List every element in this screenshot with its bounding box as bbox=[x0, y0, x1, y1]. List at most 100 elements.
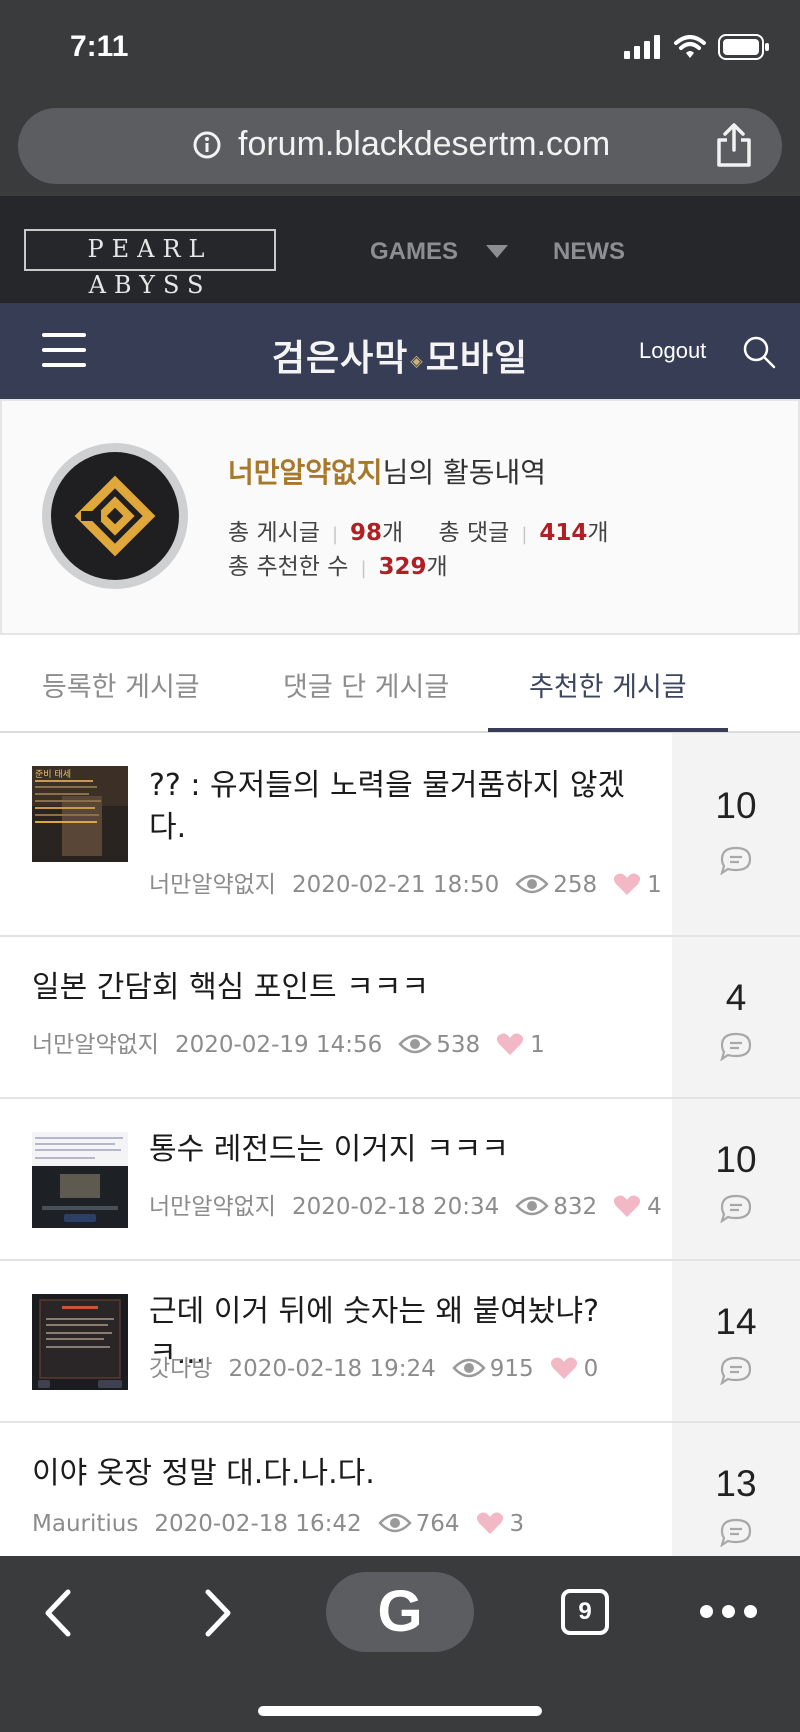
thumbnail-caption: 준비 태세 bbox=[35, 770, 71, 780]
chevron-down-icon[interactable] bbox=[486, 245, 508, 258]
comment-count-cell[interactable]: 14 bbox=[672, 1261, 800, 1421]
profile-stats-line1: 총 게시글 | 98개 총 댓글 | 414개 bbox=[228, 513, 609, 547]
post-thumbnail[interactable] bbox=[32, 1132, 128, 1228]
address-bar[interactable]: forum.blackdesertm.com bbox=[18, 108, 782, 184]
back-arrow-icon[interactable] bbox=[40, 1586, 76, 1640]
diamond-icon: ◈ bbox=[410, 350, 424, 370]
nav-news[interactable]: NEWS bbox=[553, 238, 625, 266]
list-item[interactable]: 통수 레전드는 이거지 ㅋㅋㅋ 너만알약없지 2020-02-18 20:34 83… bbox=[0, 1099, 800, 1261]
game-logo-right: 모바일 bbox=[425, 338, 529, 379]
tab-liked-posts[interactable]: 추천한 게시글 bbox=[529, 665, 687, 704]
post-author[interactable]: 너만알약없지 bbox=[32, 1032, 159, 1058]
list-item[interactable]: 준비 태세 ?? : 유저들의 노력을 물거품하지 않겠 다. 너만알약없지 20… bbox=[0, 733, 800, 937]
post-views: 832 bbox=[553, 1194, 598, 1220]
game-emblem-icon bbox=[74, 475, 156, 557]
thumbnail-image bbox=[32, 1132, 128, 1228]
game-header: 검은사막 ◈모바일 Logout bbox=[0, 303, 800, 399]
list-item[interactable]: 근데 이거 뒤에 숫자는 왜 붙여놨냐?ㅋ... 갓다방 2020-02-18 1… bbox=[0, 1261, 800, 1423]
pearl-abyss-logo[interactable]: PEARL ABYSS bbox=[24, 229, 276, 299]
eye-icon bbox=[377, 1513, 412, 1533]
comments-label: 총 댓글 bbox=[438, 520, 510, 546]
game-logo-left: 검은사막 bbox=[271, 338, 409, 379]
post-title-line2: 다. bbox=[149, 810, 187, 845]
share-icon[interactable] bbox=[714, 122, 754, 168]
heart-icon bbox=[614, 1195, 641, 1217]
post-date: 2020-02-18 16:42 bbox=[154, 1511, 362, 1537]
likes-label: 총 추천한 수 bbox=[228, 554, 349, 580]
post-author[interactable]: Mauritius bbox=[32, 1511, 138, 1537]
post-meta: Mauritius 2020-02-18 16:42 764 3 bbox=[32, 1511, 524, 1537]
post-meta: 갓다방 2020-02-18 19:24 915 0 bbox=[149, 1349, 598, 1383]
divider: | bbox=[331, 524, 339, 545]
comment-icon bbox=[720, 846, 752, 875]
profile-nickname[interactable]: 너만알약없지 bbox=[228, 456, 383, 489]
tab-switcher-button[interactable]: 9 bbox=[561, 1589, 609, 1635]
avatar bbox=[42, 443, 188, 589]
tab-commented-posts[interactable]: 댓글 단 게시글 bbox=[283, 665, 449, 704]
post-title[interactable]: ?? : 유저들의 노력을 물거품하지 않겠 다. bbox=[149, 765, 629, 849]
heart-icon bbox=[476, 1512, 503, 1534]
comments-unit: 개 bbox=[587, 520, 609, 546]
url-text[interactable]: forum.blackdesertm.com bbox=[238, 125, 610, 164]
divider: | bbox=[360, 558, 367, 579]
post-views: 915 bbox=[489, 1356, 534, 1382]
post-views: 764 bbox=[415, 1511, 460, 1537]
thumbnail-image bbox=[32, 766, 128, 862]
tab-my-posts[interactable]: 등록한 게시글 bbox=[42, 665, 200, 704]
eye-icon bbox=[398, 1034, 432, 1054]
post-likes: 3 bbox=[509, 1511, 525, 1537]
info-icon[interactable] bbox=[192, 130, 222, 160]
google-search-button[interactable]: G bbox=[326, 1572, 474, 1652]
post-date: 2020-02-18 20:34 bbox=[291, 1194, 500, 1220]
post-likes: 1 bbox=[530, 1032, 545, 1058]
logout-link[interactable]: Logout bbox=[639, 338, 706, 364]
home-indicator bbox=[258, 1706, 542, 1716]
comment-count-cell[interactable]: 10 bbox=[672, 1099, 800, 1259]
post-views: 258 bbox=[553, 872, 598, 898]
google-icon: G bbox=[377, 1579, 423, 1644]
post-title[interactable]: 이야 옷장 정말 대.다.나.다. bbox=[32, 1453, 632, 1495]
active-tab-indicator bbox=[488, 728, 728, 732]
heart-icon bbox=[614, 873, 641, 895]
comment-count: 13 bbox=[715, 1463, 757, 1504]
search-icon[interactable] bbox=[742, 335, 776, 369]
post-meta: 너만알약없지 2020-02-18 20:34 832 4 bbox=[149, 1187, 662, 1221]
list-item[interactable]: 일본 간담회 핵심 포인트 ㅋㅋㅋ 너만알약없지 2020-02-19 14:56… bbox=[0, 937, 800, 1099]
post-author[interactable]: 너만알약없지 bbox=[149, 872, 276, 898]
post-title[interactable]: 통수 레전드는 이거지 ㅋㅋㅋ bbox=[149, 1129, 629, 1171]
post-thumbnail[interactable]: 준비 태세 bbox=[32, 766, 128, 862]
comment-count-cell[interactable]: 10 bbox=[672, 733, 800, 935]
comment-count-cell[interactable]: 4 bbox=[672, 937, 800, 1097]
post-date: 2020-02-21 18:50 bbox=[291, 872, 500, 898]
post-date: 2020-02-19 14:56 bbox=[174, 1032, 383, 1058]
post-meta: 너만알약없지 2020-02-21 18:50 258 1 bbox=[149, 865, 662, 899]
comment-icon bbox=[720, 1194, 752, 1223]
likes-unit: 개 bbox=[426, 554, 448, 580]
post-author[interactable]: 갓다방 bbox=[149, 1356, 212, 1382]
eye-icon bbox=[515, 1196, 549, 1216]
post-title-line1: ?? : 유저들의 노력을 물거품하지 않겠 bbox=[149, 768, 626, 803]
profile-stats-line2: 총 추천한 수 | 329개 bbox=[228, 547, 448, 581]
forward-arrow-icon[interactable] bbox=[200, 1586, 236, 1640]
likes-value: 329 bbox=[378, 554, 427, 580]
profile-summary: 너만알약없지님의 활동내역 총 게시글 | 98개 총 댓글 | 414개 총 추천한 … bbox=[0, 399, 800, 635]
post-title[interactable]: 일본 간담회 핵심 포인트 ㅋㅋㅋ bbox=[32, 967, 632, 1009]
more-options-icon[interactable] bbox=[700, 1605, 757, 1618]
comment-count: 4 bbox=[725, 977, 747, 1018]
nav-games[interactable]: GAMES bbox=[370, 238, 458, 266]
comment-count: 14 bbox=[715, 1301, 757, 1342]
posts-label: 총 게시글 bbox=[228, 520, 320, 546]
post-thumbnail[interactable] bbox=[32, 1294, 128, 1390]
comment-count: 10 bbox=[715, 785, 757, 826]
post-likes: 1 bbox=[647, 872, 662, 898]
post-meta: 너만알약없지 2020-02-19 14:56 538 1 bbox=[32, 1025, 545, 1059]
posts-value: 98 bbox=[350, 520, 383, 546]
comment-icon bbox=[720, 1032, 752, 1061]
status-icons bbox=[624, 34, 770, 60]
post-author[interactable]: 너만알약없지 bbox=[149, 1194, 276, 1220]
eye-icon bbox=[452, 1358, 486, 1378]
comment-count: 10 bbox=[715, 1139, 757, 1180]
comment-icon bbox=[720, 1356, 752, 1385]
post-views: 538 bbox=[436, 1032, 481, 1058]
activity-tabs: 등록한 게시글 댓글 단 게시글 추천한 게시글 bbox=[0, 635, 800, 733]
